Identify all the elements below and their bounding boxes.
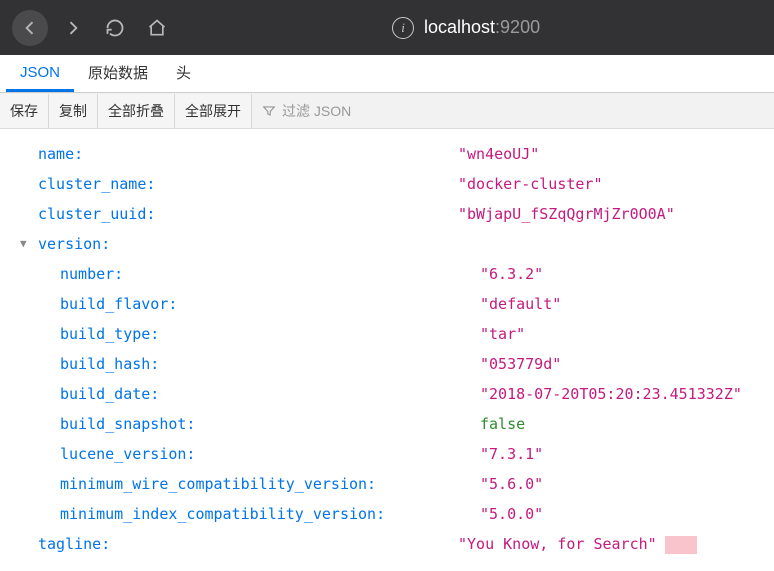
json-key: cluster_uuid: — [38, 199, 155, 229]
collapse-toggle-icon[interactable]: ▼ — [20, 233, 34, 255]
json-key: lucene_version: — [60, 439, 195, 469]
json-row[interactable]: build_type: "tar" — [16, 319, 758, 349]
json-value: "7.3.1" — [480, 445, 543, 463]
json-value: "5.0.0" — [480, 505, 543, 523]
forward-button[interactable] — [56, 11, 90, 45]
json-key: build_type: — [60, 319, 159, 349]
expand-all-button[interactable]: 全部展开 — [175, 94, 252, 128]
filter-icon — [262, 104, 276, 118]
json-value: "docker-cluster" — [458, 175, 603, 193]
json-row[interactable]: cluster_uuid: "bWjapU_fSZqQgrMjZr0O0A" — [16, 199, 758, 229]
json-row[interactable]: cluster_name: "docker-cluster" — [16, 169, 758, 199]
tab-json[interactable]: JSON — [6, 56, 74, 92]
json-row[interactable]: minimum_wire_compatibility_version: "5.6… — [16, 469, 758, 499]
json-key: cluster_name: — [38, 169, 155, 199]
filter-input[interactable] — [282, 103, 402, 119]
json-toolbar: 保存 复制 全部折叠 全部展开 — [0, 93, 774, 129]
json-key: name: — [38, 139, 83, 169]
json-value: "2018-07-20T05:20:23.451332Z" — [480, 385, 742, 403]
back-button[interactable] — [12, 10, 48, 46]
json-key: tagline: — [38, 529, 110, 559]
url-port: :9200 — [495, 17, 540, 37]
tab-headers[interactable]: 头 — [162, 54, 205, 94]
json-value: "bWjapU_fSZqQgrMjZr0O0A" — [458, 205, 675, 223]
json-key: build_date: — [60, 379, 159, 409]
json-row[interactable]: build_date: "2018-07-20T05:20:23.451332Z… — [16, 379, 758, 409]
view-tabs: JSON 原始数据 头 — [0, 55, 774, 93]
json-value: false — [480, 415, 525, 433]
json-value: "default" — [480, 295, 561, 313]
tab-raw-data[interactable]: 原始数据 — [74, 54, 162, 94]
json-key: build_hash: — [60, 349, 159, 379]
json-row[interactable]: lucene_version: "7.3.1" — [16, 439, 758, 469]
collapse-all-button[interactable]: 全部折叠 — [98, 94, 175, 128]
json-row[interactable]: tagline: "You Know, for Search" — [16, 529, 758, 559]
json-row[interactable]: build_flavor: "default" — [16, 289, 758, 319]
url-host: localhost — [424, 17, 495, 37]
json-row[interactable]: build_hash: "053779d" — [16, 349, 758, 379]
json-value: "5.6.0" — [480, 475, 543, 493]
json-row[interactable]: minimum_index_compatibility_version: "5.… — [16, 499, 758, 529]
url-bar[interactable]: i localhost:9200 — [392, 17, 540, 39]
copy-button[interactable]: 复制 — [49, 94, 98, 128]
json-value: "tar" — [480, 325, 525, 343]
json-row[interactable]: build_snapshot: false — [16, 409, 758, 439]
filter-wrap — [252, 103, 412, 119]
json-key: build_flavor: — [60, 289, 177, 319]
home-button[interactable] — [140, 11, 174, 45]
info-icon[interactable]: i — [392, 17, 414, 39]
json-value: "6.3.2" — [480, 265, 543, 283]
json-value: "You Know, for Search" — [458, 535, 657, 553]
json-value: "053779d" — [480, 355, 561, 373]
json-row-version[interactable]: ▼version: — [16, 229, 758, 259]
json-viewer: name: "wn4eoUJ" cluster_name: "docker-cl… — [0, 129, 774, 569]
redaction-block — [665, 536, 697, 554]
json-key: minimum_index_compatibility_version: — [60, 499, 385, 529]
reload-button[interactable] — [98, 11, 132, 45]
json-key: build_snapshot: — [60, 409, 195, 439]
json-value: "wn4eoUJ" — [458, 145, 539, 163]
browser-navbar: i localhost:9200 — [0, 0, 774, 55]
json-row[interactable]: number: "6.3.2" — [16, 259, 758, 289]
json-key: number: — [60, 259, 123, 289]
json-row[interactable]: name: "wn4eoUJ" — [16, 139, 758, 169]
json-key: minimum_wire_compatibility_version: — [60, 469, 376, 499]
json-key: version: — [38, 229, 110, 259]
save-button[interactable]: 保存 — [0, 94, 49, 128]
